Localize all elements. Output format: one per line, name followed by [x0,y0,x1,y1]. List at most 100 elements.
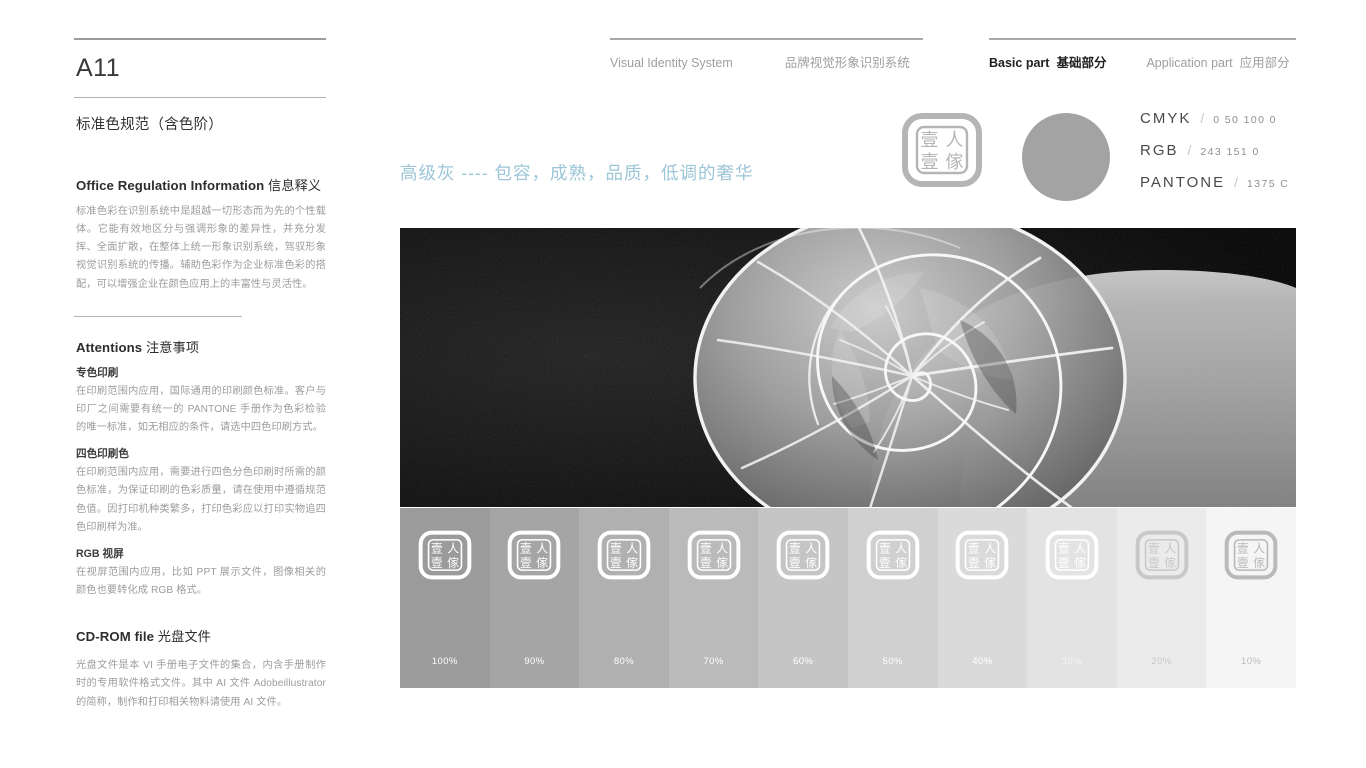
svg-text:傢: 傢 [716,556,728,570]
svg-text:人: 人 [805,541,817,555]
svg-text:壹: 壹 [520,556,532,570]
svg-text:壹: 壹 [431,541,443,555]
left-column: A11 标准色规范（含色阶） Office Regulation Informa… [74,38,326,712]
page-code-rule [74,97,326,98]
spec-value-rgb: 243 151 0 [1200,146,1260,158]
svg-text:傢: 傢 [895,556,907,570]
svg-text:傢: 傢 [985,556,997,570]
svg-text:傢: 傢 [537,556,549,570]
svg-text:壹: 壹 [879,556,891,570]
color-chip-swatch [1022,113,1110,201]
svg-text:壹: 壹 [789,541,801,555]
svg-text:壹: 壹 [968,541,980,555]
svg-text:壹: 壹 [1237,556,1249,570]
attentions-heading-en: Attentions [76,339,143,355]
cdrom-heading: CD-ROM file 光盘文件 [76,626,326,645]
svg-text:傢: 傢 [1253,556,1265,570]
svg-text:傢: 傢 [447,556,459,570]
cdrom-heading-cn: 光盘文件 [157,629,211,645]
attention-item-body: 在印刷范围内应用，国际通用的印刷颜色标准。客户与印厂之间需要有统一的 PANTO… [76,385,326,434]
tab-application-part-en: Application part [1146,56,1233,70]
attention-item-body: 在印刷范围内应用，需要进行四色分色印刷时所需的颜色标准，为保证印刷的色彩质量，请… [76,467,326,533]
spec-divider: / [1234,174,1239,190]
cdrom-heading-en: CD-ROM file [76,629,155,645]
swatch-80[interactable]: 壹 人 壹 傢 80% [579,508,669,688]
svg-text:壹: 壹 [789,556,801,570]
svg-text:傢: 傢 [626,556,638,570]
attention-item: 四色印刷色 在印刷范围内应用，需要进行四色分色印刷时所需的颜色标准，为保证印刷的… [76,446,326,537]
svg-text:傢: 傢 [805,556,817,570]
nautilus-shell-image [400,228,1296,507]
svg-text:壹: 壹 [968,556,980,570]
spec-label-pantone: PANTONE [1140,174,1226,191]
swatch-percent-label: 20% [1151,656,1172,667]
swatch-70[interactable]: 壹 人 壹 傢 70% [668,508,759,688]
tint-scale-strip: 壹 人 壹 傢 100% 壹 人 壹 傢 90% 壹 人 壹 傢 80% 壹 人… [400,508,1296,688]
info-body: 标准色彩在识别系统中是超越一切形态而为先的个性载体。它能有效地区分与强调形象的差… [76,206,326,290]
brand-logo-icon: 壹 人 壹 傢 [1045,530,1099,580]
svg-text:壹: 壹 [431,556,443,570]
swatch-10[interactable]: 壹 人 壹 傢 10% [1206,508,1296,688]
brand-logo-icon: 壹 人 壹 傢 [418,530,472,580]
nav-right-rule [989,38,1296,40]
swatch-50[interactable]: 壹 人 壹 傢 50% [847,508,938,688]
info-heading-en: Office Regulation Information [76,178,265,193]
spec-row-pantone: PANTONE / 1375 C [1140,174,1289,191]
cdrom-block: CD-ROM file 光盘文件 光盘文件是本 VI 手册电子文件的集合，内含手… [76,626,326,711]
swatch-90[interactable]: 壹 人 壹 傢 90% [489,508,580,688]
page-title: 标准色规范（含色阶） [76,117,223,133]
brand-logo-icon: 壹 人 壹 傢 [1135,530,1188,580]
spec-value-cmyk: 0 50 100 0 [1213,114,1277,126]
nav-vis-identity-en[interactable]: Visual Identity System [610,56,733,70]
swatch-percent-label: 40% [972,656,993,667]
spec-divider: / [1187,142,1192,158]
attentions-rule [74,315,242,317]
svg-text:人: 人 [1164,541,1176,555]
attention-item: RGB 视屏 在视屏范围内应用，比如 PPT 展示文件，图像相关的颜色也要转化成… [76,546,326,600]
attentions-heading: Attentions 注意事项 [76,337,326,356]
info-heading: Office Regulation Information 信息释义 [76,175,326,194]
svg-text:人: 人 [985,541,997,555]
tab-basic-part[interactable]: Basic part 基础部分 [989,52,1106,71]
info-block: Office Regulation Information 信息释义 标准色彩在… [76,175,326,294]
attention-item-title: 专色印刷 [76,366,119,379]
svg-text:壹: 壹 [921,152,939,173]
swatch-percent-label: 70% [703,656,724,667]
swatch-60[interactable]: 壹 人 壹 傢 60% [758,508,848,688]
swatch-40[interactable]: 壹 人 壹 傢 40% [937,508,1028,688]
swatch-20[interactable]: 壹 人 壹 傢 20% [1116,508,1207,688]
svg-text:傢: 傢 [1164,556,1176,570]
spec-label-cmyk: CMYK [1140,110,1192,127]
brand-logo: 壹 人 壹 傢 [901,112,983,188]
svg-text:壹: 壹 [1058,556,1070,570]
color-spec-list: CMYK / 0 50 100 0 RGB / 243 151 0 PANTON… [1140,110,1289,206]
attentions-heading-cn: 注意事项 [145,339,200,355]
svg-text:人: 人 [626,541,638,555]
spec-row-cmyk: CMYK / 0 50 100 0 [1140,110,1289,127]
svg-text:人: 人 [895,541,907,555]
svg-text:壹: 壹 [610,556,622,570]
svg-text:壹: 壹 [1058,541,1070,555]
nav-right-group: Basic part 基础部分 Application part 应用部分 [989,38,1296,71]
attention-item: 专色印刷 在印刷范围内应用，国际通用的印刷颜色标准。客户与印厂之间需要有统一的 … [76,365,326,437]
page-code: A11 [76,54,121,82]
tab-basic-part-cn: 基础部分 [1056,56,1107,70]
svg-text:人: 人 [1253,541,1265,555]
swatch-30[interactable]: 壹 人 壹 傢 30% [1027,508,1117,688]
swatch-percent-label: 80% [613,656,635,667]
brand-logo-icon: 壹 人 壹 傢 [866,530,920,580]
brand-logo-icon: 壹 人 壹 傢 [902,113,982,187]
svg-text:人: 人 [537,541,549,555]
svg-text:傢: 傢 [1074,556,1086,570]
tagline: 高级灰 ---- 包容，成熟，品质，低调的奢华 [400,163,754,183]
svg-text:壹: 壹 [1237,541,1249,555]
swatch-100[interactable]: 壹 人 壹 傢 100% [400,508,490,688]
swatch-percent-label: 60% [793,656,814,667]
cdrom-body: 光盘文件是本 VI 手册电子文件的集合，内含手册制作时的专用软件格式文件。其中 … [76,660,326,708]
svg-text:壹: 壹 [520,541,532,555]
tab-basic-part-en: Basic part [989,56,1050,70]
tab-application-part-cn: 应用部分 [1239,56,1290,70]
tab-application-part[interactable]: Application part 应用部分 [1146,52,1289,71]
svg-text:壹: 壹 [1147,541,1159,555]
nav-vis-identity-cn[interactable]: 品牌视觉形象识别系统 [785,52,910,71]
